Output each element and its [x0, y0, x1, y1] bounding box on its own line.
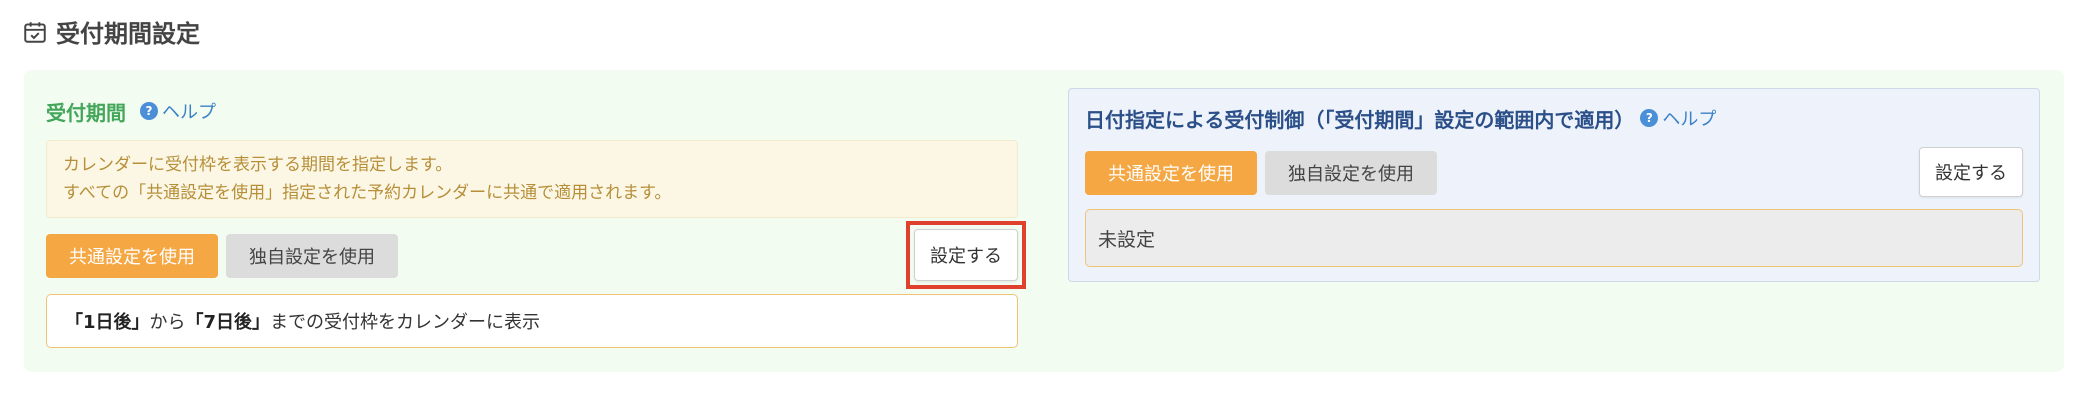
use-common-settings-button[interactable]: 共通設定を使用	[1085, 151, 1257, 195]
use-custom-settings-button[interactable]: 独自設定を使用	[226, 234, 398, 278]
help-label: ヘルプ	[1662, 109, 1717, 130]
reception-period-section: 受付期間 ? ヘルプ カレンダーに受付枠を表示する期間を指定します。 すべての「…	[46, 96, 1026, 348]
result-from: から	[149, 312, 186, 333]
reception-period-result: 「1日後」 から 「7日後」 までの受付枠をカレンダーに表示	[46, 294, 1018, 348]
date-restriction-title: 日付指定による受付制御（「受付期間」設定の範囲内で適用）	[1085, 107, 1635, 132]
help-label: ヘルプ	[162, 102, 216, 123]
reception-period-notice: カレンダーに受付枠を表示する期間を指定します。 すべての「共通設定を使用」指定さ…	[46, 140, 1018, 218]
date-restriction-card: 日付指定による受付制御（「受付期間」設定の範囲内で適用） ? ヘルプ 共通設定を…	[1068, 88, 2040, 282]
help-icon: ?	[1640, 109, 1659, 127]
page-header: 受付期間設定	[22, 14, 200, 49]
use-common-settings-button[interactable]: 共通設定を使用	[46, 234, 218, 278]
notice-line-1: カレンダーに受付枠を表示する期間を指定します。	[63, 155, 453, 175]
use-custom-settings-button[interactable]: 独自設定を使用	[1265, 151, 1437, 195]
notice-line-2: すべての「共通設定を使用」指定された予約カレンダーに共通で適用されます。	[63, 183, 672, 203]
reception-period-title: 受付期間	[46, 100, 126, 125]
date-restriction-help-link[interactable]: ? ヘルプ	[1640, 105, 1716, 131]
configure-button[interactable]: 設定する	[914, 229, 1018, 281]
configure-button[interactable]: 設定する	[1919, 147, 2023, 197]
reception-period-header: 受付期間 ? ヘルプ	[46, 96, 1018, 126]
result-end: 「7日後」	[185, 312, 271, 333]
result-suffix: までの受付枠をカレンダーに表示	[270, 312, 541, 333]
help-icon: ?	[140, 102, 158, 120]
reception-period-help-link[interactable]: ? ヘルプ	[140, 98, 216, 124]
date-restriction-status: 未設定	[1085, 209, 2023, 267]
calendar-check-icon	[24, 21, 46, 43]
result-start: 「1日後」	[65, 312, 150, 333]
page-title: 受付期間設定	[56, 20, 200, 48]
date-restriction-header: 日付指定による受付制御（「受付期間」設定の範囲内で適用） ? ヘルプ	[1085, 103, 1716, 133]
